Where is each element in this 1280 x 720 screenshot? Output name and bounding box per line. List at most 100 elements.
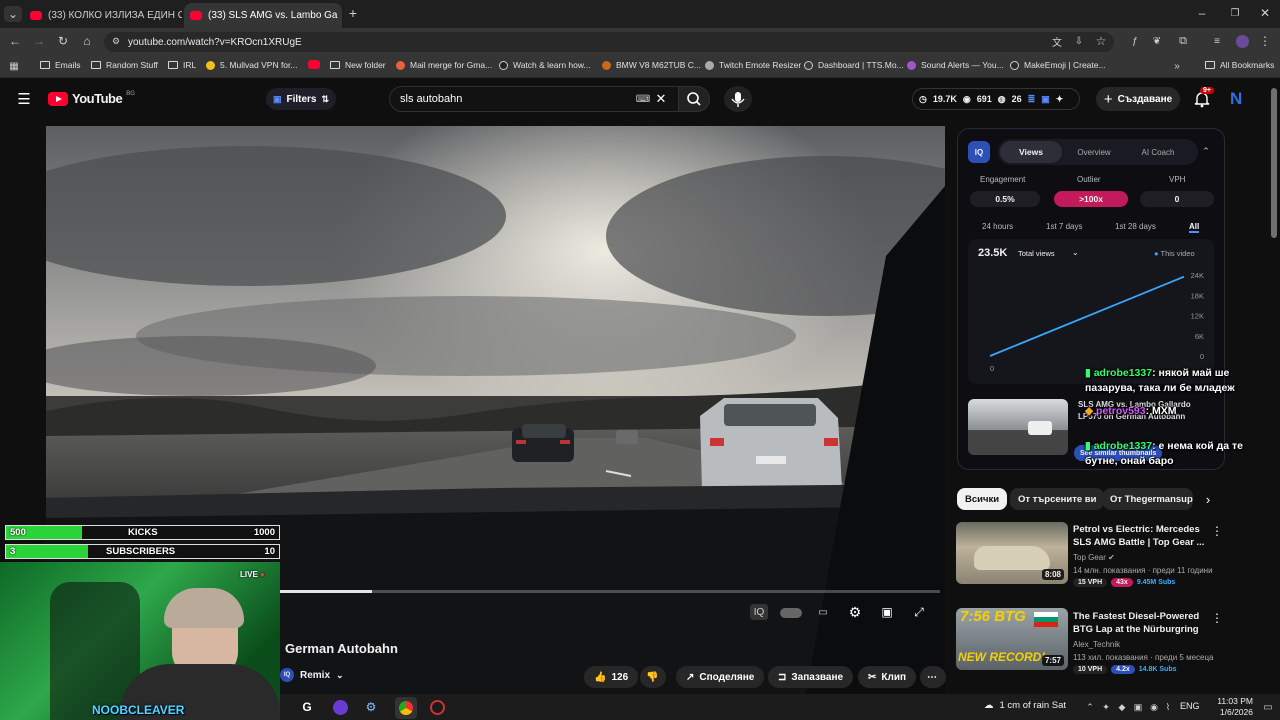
share-button[interactable]: ↗ Споделяне [676, 666, 765, 688]
clip-button[interactable]: ✂ Клип [858, 666, 917, 688]
clear-search-icon[interactable]: ✕ [654, 91, 668, 107]
bookmark-youtube[interactable] [308, 60, 320, 69]
chips-next-icon[interactable]: › [1200, 490, 1216, 508]
youtube-logo[interactable]: YouTube BG [48, 91, 135, 106]
window-close-icon[interactable]: ✕ [1258, 6, 1272, 20]
dislike-button[interactable]: 👎 [640, 666, 666, 688]
rec-menu-icon[interactable]: ⋮ [1211, 524, 1223, 538]
taskbar-steam-icon[interactable]: ⚙ [364, 700, 378, 714]
chip-all[interactable]: Всички [957, 488, 1008, 510]
progress-bar[interactable] [280, 590, 940, 593]
restore-icon[interactable]: ❐ [1228, 6, 1242, 20]
chevron-right-double-icon[interactable]: » [1172, 60, 1182, 72]
bookmark-irl[interactable]: IRL [168, 60, 196, 70]
rec-menu-icon[interactable]: ⋮ [1211, 611, 1223, 625]
tab-1[interactable]: (33) КОЛКО ИЗЛИЗА ЕДИН ОБ ✕ [24, 3, 182, 28]
apps-grid-icon[interactable]: ▦ [8, 60, 20, 72]
taskbar-discord-icon[interactable] [333, 700, 348, 715]
autoplay-toggle[interactable] [780, 608, 802, 618]
bookmark-mail-merge[interactable]: Mail merge for Gma... [396, 60, 492, 70]
users-icon: ◍ [997, 93, 1006, 104]
hamburger-menu-icon[interactable]: ☰ [16, 91, 32, 108]
account-avatar[interactable]: N [1230, 89, 1248, 109]
tab-views[interactable]: Views [1000, 141, 1062, 163]
range-all[interactable]: All [1189, 222, 1200, 233]
tray-chevron-icon[interactable]: ⌃ [1084, 700, 1096, 714]
tray-app-icon[interactable]: ◉ [1148, 700, 1160, 714]
chip-related-search[interactable]: От търсените ви [1010, 488, 1105, 510]
settings-gear-icon[interactable]: ⚙ [846, 604, 864, 620]
menu-kebab-icon[interactable]: ⋮ [1258, 34, 1272, 48]
range-7d[interactable]: 1st 7 days [1046, 222, 1082, 231]
tab-2[interactable]: (33) SLS AMG vs. Lambo Ga 🔊 ✕ [184, 3, 342, 28]
extensions-puzzle-icon[interactable]: ⧉ [1176, 34, 1190, 48]
translate-icon[interactable]: 文 [1050, 34, 1064, 49]
forward-icon[interactable]: → [32, 34, 46, 48]
tray-app-icon[interactable]: ◆ [1116, 700, 1128, 714]
bookmark-star-icon[interactable]: ☆ [1094, 34, 1108, 48]
bookmark-mullvad[interactable]: 5. Mullvad VPN for... [206, 60, 297, 70]
voice-search-button[interactable] [724, 86, 752, 112]
theater-mode-icon[interactable]: ▣ [878, 604, 896, 620]
profile-avatar[interactable] [1236, 35, 1249, 48]
all-bookmarks[interactable]: All Bookmarks [1205, 60, 1274, 70]
notification-center-icon[interactable]: ▭ [1262, 700, 1274, 714]
install-icon[interactable]: ⇩ [1072, 34, 1086, 48]
remix-button[interactable]: IQ Remix ⌄ [280, 668, 344, 682]
bookmark-random-stuff[interactable]: Random Stuff [91, 60, 158, 70]
collapse-chevron-icon[interactable]: ⌃ [1200, 145, 1212, 157]
subtitles-icon[interactable]: ▭ [814, 604, 832, 620]
vidiq-player-icon[interactable]: IQ [750, 604, 768, 620]
language-indicator[interactable]: ENG [1180, 701, 1200, 711]
home-icon[interactable]: ⌂ [80, 34, 94, 48]
bookmark-bmw[interactable]: BMW V8 M62TUB C... [602, 60, 701, 70]
taskbar-chrome-button[interactable] [395, 697, 417, 719]
thumbnail-preview[interactable] [968, 399, 1068, 455]
bookmark-twitch-emote[interactable]: Twitch Emote Resizer [705, 60, 801, 70]
media-control-icon[interactable]: ≡ [1210, 34, 1224, 48]
save-button[interactable]: ⊐ Запазване [768, 666, 854, 688]
filters-button[interactable]: ▣ Filters ⇅ [266, 88, 336, 110]
range-24h[interactable]: 24 hours [982, 222, 1013, 231]
fullscreen-icon[interactable]: ⤢ [910, 604, 928, 620]
rec-info[interactable]: Petrol vs Electric: Mercedes SLS AMG Bat… [1073, 523, 1213, 587]
search-button[interactable] [678, 86, 710, 112]
vidiq-stats-bar[interactable]: ◷ 19.7K ◉ 691 ◍ 26 ≣ ▣ ✦ [912, 88, 1080, 110]
back-icon[interactable]: ← [8, 34, 22, 48]
minimize-icon[interactable]: – [1195, 6, 1209, 20]
like-button[interactable]: 👍 126 [584, 666, 638, 688]
address-bar[interactable]: ⚙ youtube.com/watch?v=KROcn1XRUgE [104, 32, 1114, 52]
tab-overview[interactable]: Overview [1062, 148, 1126, 157]
bookmark-sound-alerts[interactable]: Sound Alerts — You... [907, 60, 1004, 70]
bookmark-new-folder[interactable]: New folder [330, 60, 386, 70]
clock[interactable]: 11:03 PM 1/6/2026 [1205, 696, 1253, 718]
range-28d[interactable]: 1st 28 days [1115, 222, 1156, 231]
more-actions-button[interactable]: ⋯ [920, 666, 946, 688]
taskbar-obs-icon[interactable] [430, 700, 445, 715]
bookmark-tts-dashboard[interactable]: Dashboard | TTS.Mo... [804, 60, 904, 70]
extension-fx-icon[interactable]: ƒ [1128, 34, 1142, 48]
create-button[interactable]: + Създаване [1096, 87, 1180, 111]
weather-widget[interactable]: ☁ 1 cm of rain Sat [984, 700, 1066, 711]
bookmark-emails[interactable]: Emails [40, 60, 81, 70]
region-code: BG [126, 91, 135, 97]
bookmark-makeemoji[interactable]: MakeEmoji | Create... [1010, 60, 1106, 70]
taskbar-app-icon[interactable]: G [300, 700, 314, 714]
network-icon[interactable]: ⌇ [1162, 700, 1174, 714]
rec-thumbnail[interactable]: 7:56 BTG NEW RECORD! 7:57 [956, 608, 1068, 670]
chip-channel[interactable]: От Thegermansup [1103, 488, 1193, 510]
notifications-button[interactable]: 9+ [1192, 87, 1214, 109]
page-scrollbar-thumb[interactable] [1271, 88, 1277, 238]
tray-app-icon[interactable]: ▣ [1132, 700, 1144, 714]
reload-icon[interactable]: ↻ [56, 34, 70, 48]
tray-app-icon[interactable]: ✦ [1100, 700, 1112, 714]
tab-ai-coach[interactable]: AI Coach [1126, 148, 1190, 157]
extension-leaf-icon[interactable]: ❦ [1150, 34, 1164, 48]
rec-info[interactable]: The Fastest Diesel-Powered BTG Lap at th… [1073, 610, 1214, 674]
site-info-icon[interactable]: ⚙ [112, 36, 120, 47]
tab-search-icon[interactable]: ⌄ [4, 6, 22, 22]
rec-thumbnail[interactable]: 8:08 [956, 522, 1068, 584]
keyboard-icon[interactable]: ⌨ [636, 93, 650, 105]
new-tab-icon[interactable]: + [346, 5, 360, 21]
bookmark-watch-learn[interactable]: Watch & learn how... [499, 60, 591, 70]
